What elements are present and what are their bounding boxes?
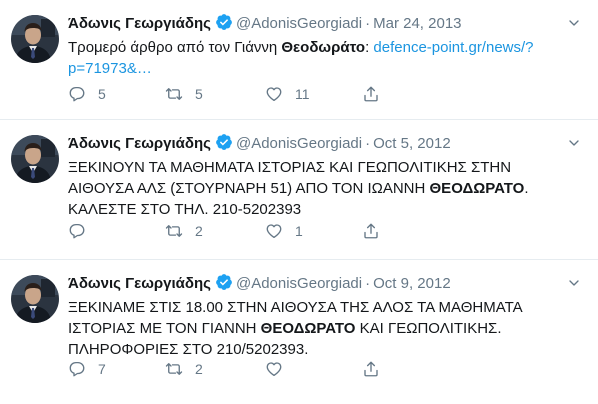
tweet[interactable]: Άδωνις Γεωργιάδης @AdonisGeorgiadi · Oct 5,…	[0, 120, 598, 260]
highlighted-term: ΘΕΟΔΩΡΑΤΟ	[260, 320, 356, 337]
reply-count: 7	[98, 361, 106, 377]
retweet-icon	[165, 222, 183, 240]
reply-icon	[68, 360, 86, 378]
verified-badge-icon	[215, 13, 233, 38]
chevron-down-icon[interactable]	[566, 135, 582, 151]
like-count: 11	[295, 86, 310, 102]
like-icon	[265, 360, 283, 378]
reply-count: 5	[98, 86, 106, 102]
tweet-actions: 2 1	[68, 221, 398, 241]
highlighted-term: Θεοδωράτο	[281, 39, 366, 56]
tweet-actions: 7 2	[68, 359, 398, 379]
reply-button[interactable]	[68, 221, 98, 241]
retweet-count: 2	[195, 223, 203, 239]
tweet[interactable]: Άδωνις Γεωργιάδης @AdonisGeorgiadi · Mar 24…	[0, 0, 598, 120]
like-icon	[265, 222, 283, 240]
reply-button[interactable]: 7	[68, 359, 106, 379]
reply-icon	[68, 85, 86, 103]
like-button[interactable]	[265, 359, 295, 379]
tweet-date[interactable]: Oct 9, 2012	[373, 275, 451, 292]
retweet-button[interactable]: 2	[165, 221, 203, 241]
avatar[interactable]	[11, 135, 59, 183]
share-button[interactable]	[362, 221, 380, 241]
like-button[interactable]: 11	[265, 84, 310, 104]
verified-badge-icon	[215, 273, 233, 298]
avatar[interactable]	[11, 15, 59, 63]
chevron-down-icon[interactable]	[566, 275, 582, 291]
retweet-count: 2	[195, 361, 203, 377]
retweet-button[interactable]: 2	[165, 359, 203, 379]
tweet-text: Τρομερό άρθρο από τον Γιάννη Θεοδωράτο: …	[68, 37, 578, 79]
separator: ·	[365, 275, 371, 292]
chevron-down-icon[interactable]	[566, 15, 582, 31]
author-handle[interactable]: @AdonisGeorgiadi	[236, 275, 362, 292]
share-button[interactable]	[362, 359, 380, 379]
tweet-actions: 5 5 11	[68, 84, 398, 104]
author-name[interactable]: Άδωνις Γεωργιάδης	[68, 135, 211, 152]
separator: ·	[365, 135, 371, 152]
retweet-icon	[165, 85, 183, 103]
share-button[interactable]	[362, 84, 380, 104]
author-name[interactable]: Άδωνις Γεωργιάδης	[68, 15, 211, 32]
tweet-text: ΞΕΚΙΝΑΜΕ ΣΤΙΣ 18.00 ΣΤΗΝ ΑΙΘΟΥΣΑ ΤΗΣ ΑΛΟ…	[68, 297, 578, 360]
share-icon	[362, 360, 380, 378]
tweet-header: Άδωνις Γεωργιάδης @AdonisGeorgiadi · Oct 9,…	[68, 273, 598, 295]
separator: ·	[365, 15, 371, 32]
tweet[interactable]: Άδωνις Γεωργιάδης @AdonisGeorgiadi · Oct 9,…	[0, 260, 598, 404]
reply-button[interactable]: 5	[68, 84, 106, 104]
reply-icon	[68, 222, 86, 240]
tweet-date[interactable]: Oct 5, 2012	[373, 135, 451, 152]
author-handle[interactable]: @AdonisGeorgiadi	[236, 135, 362, 152]
retweet-count: 5	[195, 86, 203, 102]
author-handle[interactable]: @AdonisGeorgiadi	[236, 15, 362, 32]
share-icon	[362, 85, 380, 103]
tweet-header: Άδωνις Γεωργιάδης @AdonisGeorgiadi · Mar 24…	[68, 13, 598, 35]
avatar[interactable]	[11, 275, 59, 323]
author-name[interactable]: Άδωνις Γεωργιάδης	[68, 275, 211, 292]
verified-badge-icon	[215, 133, 233, 158]
tweet-text: ΞΕΚΙΝΟΥΝ ΤΑ ΜΑΘΗΜΑΤΑ ΙΣΤΟΡΙΑΣ ΚΑΙ ΓΕΩΠΟΛ…	[68, 157, 578, 220]
highlighted-term: ΘΕΟΔΩΡΑΤΟ	[429, 180, 525, 197]
tweet-header: Άδωνις Γεωργιάδης @AdonisGeorgiadi · Oct 5,…	[68, 133, 598, 155]
tweet-text-part: Τρομερό άρθρο από τον Γιάννη	[68, 39, 282, 56]
retweet-button[interactable]: 5	[165, 84, 203, 104]
like-icon	[265, 85, 283, 103]
share-icon	[362, 222, 380, 240]
tweet-date[interactable]: Mar 24, 2013	[373, 15, 461, 32]
like-button[interactable]: 1	[265, 221, 303, 241]
retweet-icon	[165, 360, 183, 378]
like-count: 1	[295, 223, 303, 239]
